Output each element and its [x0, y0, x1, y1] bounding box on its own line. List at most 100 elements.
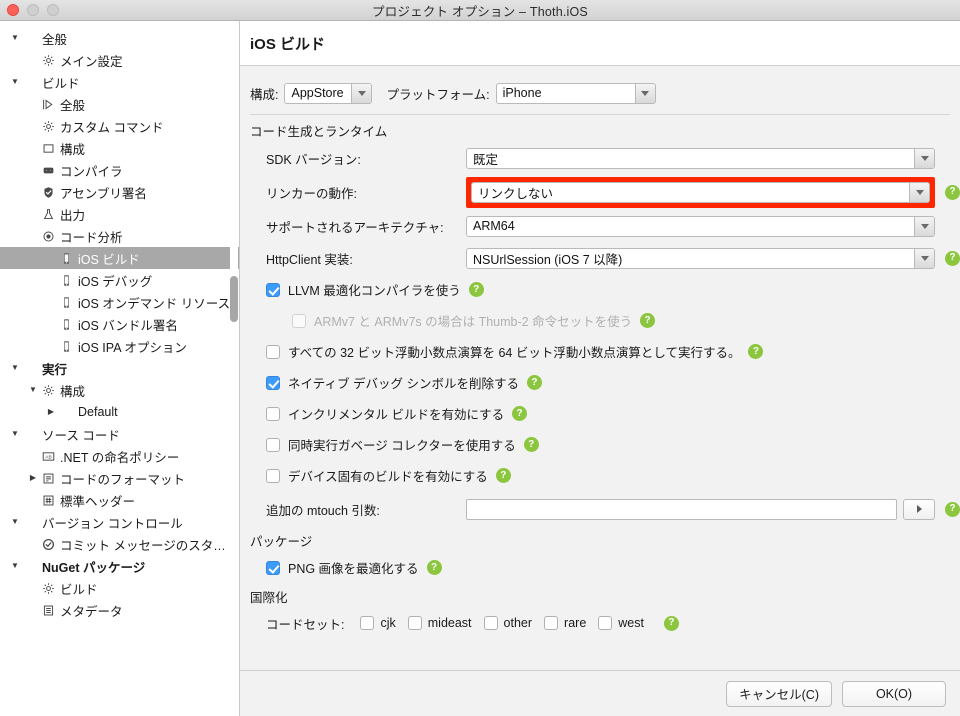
sidebar-item-11[interactable]: iOS デバッグ: [0, 269, 239, 291]
incremental-checkbox[interactable]: [266, 406, 280, 421]
minimize-button[interactable]: [27, 4, 39, 16]
chevron-down-icon[interactable]: ▼: [8, 518, 22, 526]
thumb2-checkbox[interactable]: [292, 313, 306, 328]
chevron-right-icon[interactable]: ▶: [26, 474, 40, 482]
codeset-option-mideast[interactable]: mideast: [407, 616, 472, 630]
help-icon[interactable]: ?: [495, 468, 511, 483]
help-icon[interactable]: ?: [945, 501, 960, 517]
help-icon[interactable]: ?: [663, 615, 679, 631]
chevron-down-icon[interactable]: [914, 248, 934, 268]
help-icon[interactable]: ?: [640, 313, 656, 328]
chevron-down-icon[interactable]: [909, 182, 929, 202]
thumb2-checkbox-row[interactable]: ARMv7 と ARMv7s の場合は Thumb-2 命令セットを使う ?: [240, 305, 960, 336]
maximize-button[interactable]: [47, 4, 59, 16]
section-title-package: パッケージ: [250, 535, 313, 549]
chevron-right-icon[interactable]: ▶: [44, 408, 58, 416]
chevron-down-icon[interactable]: ▼: [26, 386, 40, 394]
sidebar-item-21[interactable]: 標準ヘッダー: [0, 489, 239, 511]
settings-tree-sidebar[interactable]: ▼ 全般 メイン設定 ▼ ビルド 全般 カスタム コマンド 構成 コンパイラ アセンブリ署名 出力コ…: [0, 21, 240, 716]
help-icon[interactable]: ?: [512, 406, 528, 421]
supported-architectures-dropdown[interactable]: ARM64: [466, 215, 935, 237]
codeset-checkbox-west[interactable]: [598, 616, 613, 630]
help-icon[interactable]: ?: [426, 560, 442, 575]
sidebar-item-10[interactable]: iOS ビルド: [0, 247, 239, 269]
chevron-down-icon[interactable]: ▼: [8, 78, 22, 86]
optimize-png-checkbox-row[interactable]: PNG 画像を最適化する ?: [240, 552, 960, 583]
help-icon[interactable]: ?: [945, 184, 960, 200]
help-icon[interactable]: ?: [526, 375, 542, 390]
sdk-version-dropdown[interactable]: 既定: [466, 147, 935, 169]
codeset-option-rare[interactable]: rare: [544, 616, 586, 630]
llvm-checkbox-row[interactable]: LLVM 最適化コンパイラを使う ?: [240, 274, 960, 305]
sidebar-item-13[interactable]: iOS バンドル署名: [0, 313, 239, 335]
llvm-checkbox[interactable]: [266, 282, 280, 297]
chevron-down-icon[interactable]: [914, 148, 934, 168]
sidebar-item-8[interactable]: 出力: [0, 203, 239, 225]
chevron-down-icon[interactable]: [351, 83, 372, 103]
sidebar-item-20[interactable]: ▶ コードのフォーマット: [0, 467, 239, 489]
sidebar-item-15[interactable]: ▼ 実行: [0, 357, 239, 379]
sidebar-item-24[interactable]: ▼ NuGet パッケージ: [0, 555, 239, 577]
sidebar-item-4[interactable]: カスタム コマンド: [0, 115, 239, 137]
sidebar-item-22[interactable]: ▼ バージョン コントロール: [0, 511, 239, 533]
device-specific-checkbox-row[interactable]: デバイス固有のビルドを有効にする ?: [240, 460, 960, 491]
sidebar-item-6[interactable]: コンパイラ: [0, 159, 239, 181]
linker-behavior-dropdown[interactable]: リンクしない: [471, 181, 930, 203]
sidebar-item-16[interactable]: ▼ 構成: [0, 379, 239, 401]
sidebar-item-0[interactable]: ▼ 全般: [0, 27, 239, 49]
sidebar-item-26[interactable]: メタデータ: [0, 599, 239, 621]
strip-symbols-checkbox-row[interactable]: ネイティブ デバッグ シンボルを削除する ?: [240, 367, 960, 398]
optimize-png-checkbox[interactable]: [266, 560, 280, 575]
help-icon[interactable]: ?: [523, 437, 539, 452]
codeset-checkbox-mideast[interactable]: [407, 616, 422, 630]
float64-checkbox-row[interactable]: すべての 32 ビット浮動小数点演算を 64 ビット浮動小数点演算として実行する…: [240, 336, 960, 367]
chevron-down-icon[interactable]: [914, 216, 934, 236]
sidebar-item-23[interactable]: コミット メッセージのスタイル: [0, 533, 239, 555]
chevron-down-icon[interactable]: ▼: [8, 34, 22, 42]
sidebar-item-19[interactable]: AB .NET の命名ポリシー: [0, 445, 239, 467]
concurrent-gc-checkbox-row[interactable]: 同時実行ガベージ コレクターを使用する ?: [240, 429, 960, 460]
sidebar-item-2[interactable]: ▼ ビルド: [0, 71, 239, 93]
configuration-dropdown[interactable]: AppStore: [284, 82, 373, 104]
codeset-option-cjk[interactable]: cjk: [360, 616, 396, 630]
float64-checkbox[interactable]: [266, 344, 280, 359]
help-icon[interactable]: ?: [945, 250, 960, 266]
settings-pane: iOS ビルド 構成: AppStore プラットフォーム: iPhone コー…: [240, 21, 960, 716]
httpclient-implementation-dropdown[interactable]: NSUrlSession (iOS 7 以降): [466, 247, 935, 269]
sidebar-scrollbar-thumb[interactable]: [230, 276, 238, 322]
sidebar-item-17[interactable]: ▶ Default: [0, 401, 239, 423]
chevron-down-icon[interactable]: ▼: [8, 562, 22, 570]
sidebar-item-9[interactable]: コード分析: [0, 225, 239, 247]
concurrent-gc-checkbox[interactable]: [266, 437, 280, 452]
codeset-checkbox-cjk[interactable]: [360, 616, 375, 630]
device-specific-checkbox[interactable]: [266, 468, 280, 483]
help-icon[interactable]: ?: [468, 282, 484, 297]
close-button[interactable]: [7, 4, 19, 16]
codeset-checkbox-label: rare: [564, 616, 587, 630]
chevron-down-icon[interactable]: ▼: [8, 364, 22, 372]
sidebar-item-5[interactable]: 構成: [0, 137, 239, 159]
sidebar-item-label: コンパイラ: [60, 164, 123, 179]
sidebar-scrollbar[interactable]: [230, 21, 238, 716]
ok-button[interactable]: OK(O): [842, 680, 946, 707]
codeset-option-other[interactable]: other: [483, 616, 532, 630]
help-icon[interactable]: ?: [748, 344, 764, 359]
sidebar-item-18[interactable]: ▼ ソース コード: [0, 423, 239, 445]
mtouch-args-input[interactable]: [466, 498, 897, 520]
codeset-option-west[interactable]: west: [598, 616, 644, 630]
chevron-down-icon[interactable]: ▼: [8, 430, 22, 438]
codeset-checkbox-rare[interactable]: [544, 616, 559, 630]
cancel-button[interactable]: キャンセル(C): [726, 680, 832, 707]
chevron-down-icon[interactable]: [634, 83, 655, 103]
sidebar-item-3[interactable]: 全般: [0, 93, 239, 115]
mtouch-args-expand-button[interactable]: [903, 498, 935, 520]
sidebar-item-7[interactable]: アセンブリ署名: [0, 181, 239, 203]
sidebar-item-14[interactable]: iOS IPA オプション: [0, 335, 239, 357]
sidebar-item-1[interactable]: メイン設定: [0, 49, 239, 71]
strip-symbols-checkbox[interactable]: [266, 375, 280, 390]
codeset-checkbox-other[interactable]: [483, 616, 498, 630]
sidebar-item-25[interactable]: ビルド: [0, 577, 239, 599]
incremental-checkbox-row[interactable]: インクリメンタル ビルドを有効にする ?: [240, 398, 960, 429]
platform-dropdown[interactable]: iPhone: [495, 82, 656, 104]
sidebar-item-12[interactable]: iOS オンデマンド リソース: [0, 291, 239, 313]
